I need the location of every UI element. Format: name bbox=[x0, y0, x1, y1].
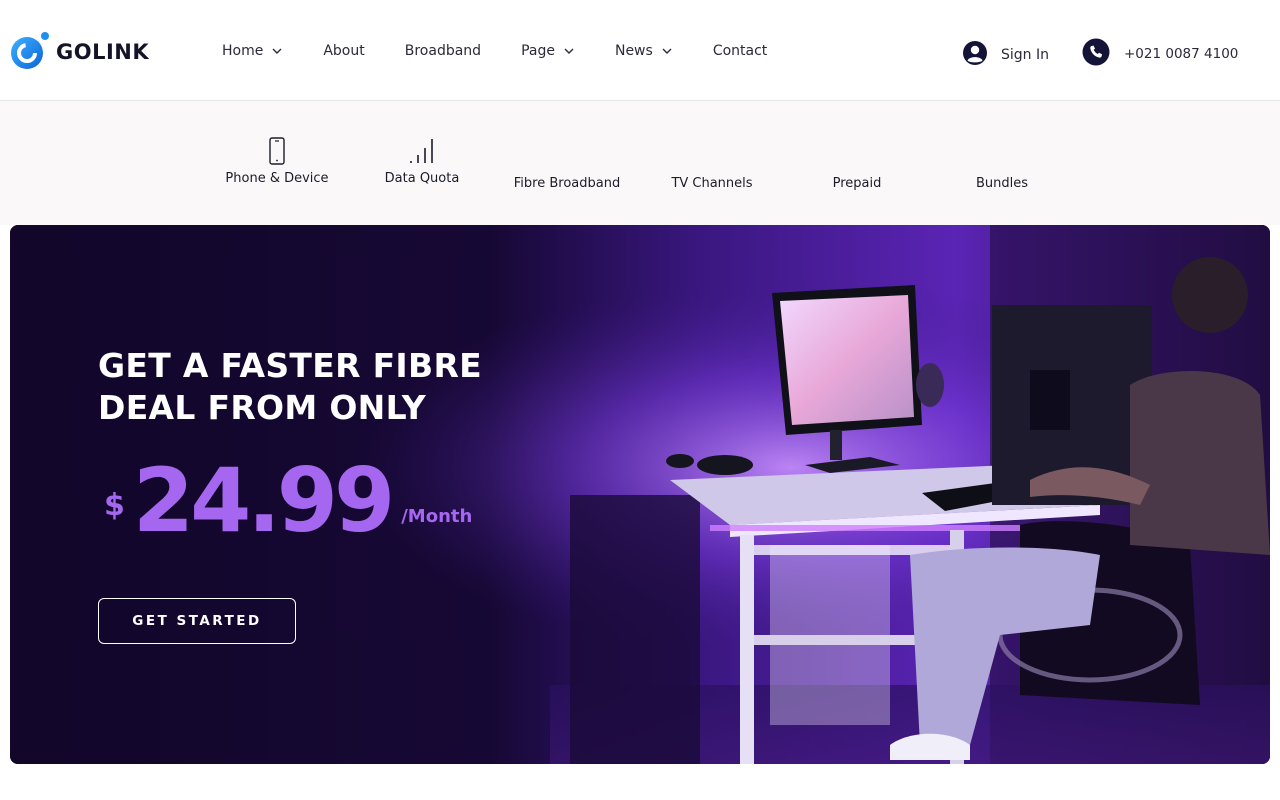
price-currency: $ bbox=[104, 488, 125, 523]
nav-item-about[interactable]: About bbox=[323, 43, 364, 59]
category-label: Data Quota bbox=[384, 171, 460, 186]
category-bundles[interactable]: Bundles bbox=[932, 176, 1072, 191]
sign-in-label: Sign In bbox=[1001, 47, 1049, 63]
user-circle-icon bbox=[963, 41, 987, 65]
phone-number: +021 0087 4100 bbox=[1124, 46, 1239, 62]
category-label: Prepaid bbox=[832, 176, 882, 191]
category-label: TV Channels bbox=[671, 176, 753, 191]
smartphone-icon bbox=[269, 137, 285, 165]
category-tv-channels[interactable]: TV Channels bbox=[642, 176, 782, 191]
brand-logo[interactable]: GOLINK bbox=[10, 32, 149, 72]
logo-icon bbox=[10, 32, 50, 72]
nav-item-label: Contact bbox=[712, 43, 768, 59]
nav-item-label: Broadband bbox=[404, 43, 482, 59]
signal-bars-icon bbox=[410, 139, 433, 163]
chevron-down-icon bbox=[662, 48, 672, 54]
nav-item-news[interactable]: News bbox=[615, 43, 673, 59]
nav-item-label: Page bbox=[521, 43, 555, 59]
main-nav: Home About Broadband Page News Contact bbox=[222, 40, 807, 62]
hero-title-line: DEAL FROM ONLY bbox=[98, 388, 426, 427]
nav-item-page[interactable]: Page bbox=[521, 43, 575, 59]
price-display: $ 24.99 /Month bbox=[104, 457, 472, 545]
hero-title-line: GET A FASTER FIBRE bbox=[98, 346, 482, 385]
nav-item-label: About bbox=[323, 43, 365, 59]
price-value: 24.99 bbox=[132, 449, 395, 552]
category-label: Phone & Device bbox=[225, 171, 329, 186]
nav-item-broadband[interactable]: Broadband bbox=[405, 43, 481, 59]
nav-item-label: Home bbox=[222, 43, 264, 59]
category-prepaid[interactable]: Prepaid bbox=[787, 176, 927, 191]
phone-icon bbox=[1082, 38, 1110, 66]
chevron-down-icon bbox=[564, 48, 574, 54]
get-started-button[interactable]: GET STARTED bbox=[98, 598, 296, 644]
site-header: GOLINK Home About Broadband Page News Co… bbox=[0, 0, 1280, 101]
hero-title: GET A FASTER FIBRE DEAL FROM ONLY bbox=[98, 345, 518, 429]
chevron-down-icon bbox=[272, 48, 282, 54]
category-label: Bundles bbox=[975, 176, 1029, 191]
hero-banner: GET A FASTER FIBRE DEAL FROM ONLY $ 24.9… bbox=[10, 225, 1270, 764]
price-period: /Month bbox=[401, 506, 473, 527]
nav-item-home[interactable]: Home bbox=[222, 43, 283, 59]
category-fibre-broadband[interactable]: Fibre Broadband bbox=[497, 176, 637, 191]
category-label: Fibre Broadband bbox=[513, 176, 621, 191]
brand-name: GOLINK bbox=[56, 40, 150, 64]
nav-item-contact[interactable]: Contact bbox=[713, 43, 767, 59]
nav-item-label: News bbox=[614, 43, 653, 59]
category-phone-device[interactable]: Phone & Device bbox=[207, 137, 347, 186]
phone-link[interactable]: +021 0087 4100 bbox=[1082, 38, 1238, 66]
category-data-quota[interactable]: Data Quota bbox=[352, 137, 492, 186]
category-bar: Phone & Device Data Quota Fibre Broadban… bbox=[0, 101, 1280, 225]
sign-in-link[interactable]: Sign In bbox=[962, 40, 1049, 66]
